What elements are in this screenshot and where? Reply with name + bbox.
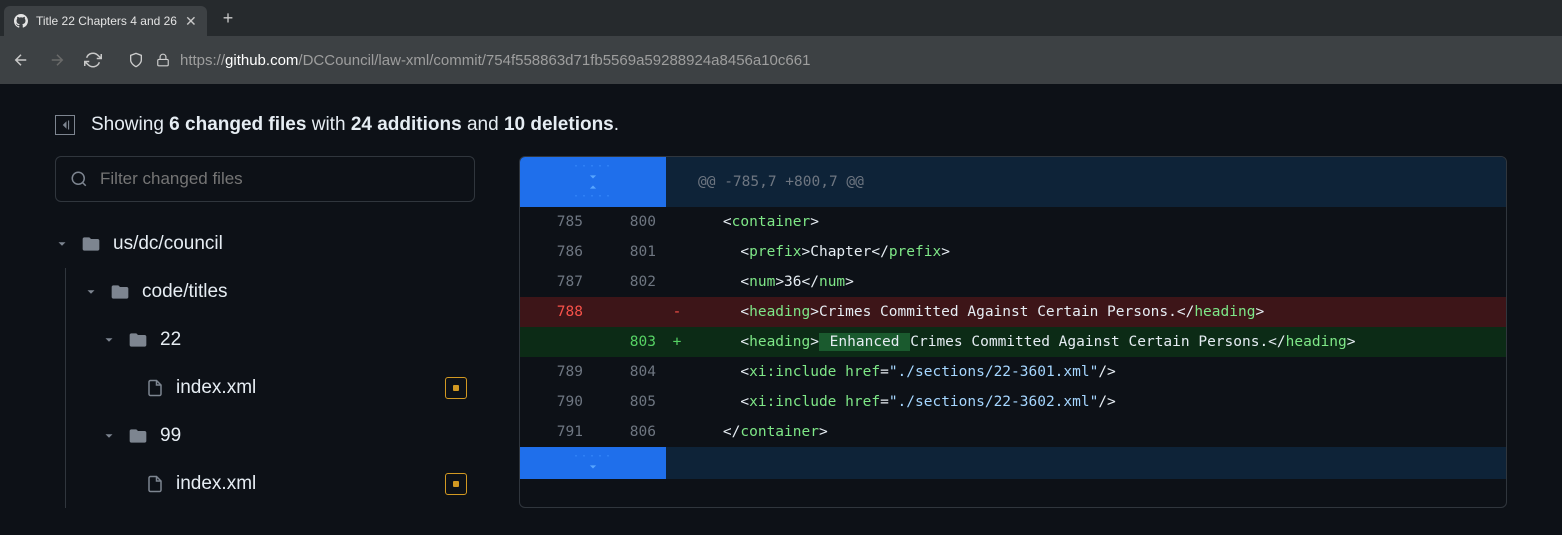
line-numbers: 785800: [520, 214, 666, 230]
lock-icon: [156, 52, 170, 68]
back-button[interactable]: [12, 51, 30, 69]
line-numbers: 791806: [520, 424, 666, 440]
search-icon: [70, 170, 88, 188]
line-numbers: 790805: [520, 394, 666, 410]
tree-folder[interactable]: us/dc/council: [55, 220, 475, 268]
code-content: </container>: [688, 424, 1506, 440]
folder-icon: [81, 234, 101, 254]
folder-icon: [110, 282, 130, 302]
filter-files-input[interactable]: [100, 169, 460, 189]
expand-above-button[interactable]: ····· ·····: [520, 157, 666, 207]
diff-line[interactable]: 787802 <num>36</num>: [520, 267, 1506, 297]
tree-label: us/dc/council: [113, 233, 475, 255]
chevron-down-icon: [55, 237, 69, 251]
folder-icon: [128, 330, 148, 350]
url-text: https://github.com/DCCouncil/law-xml/com…: [180, 52, 1542, 69]
file-icon: [146, 473, 164, 495]
diff-summary-bar: Showing 6 changed files with 24 addition…: [0, 84, 1562, 156]
file-tree: us/dc/council code/titles 22 index.xml: [55, 220, 475, 508]
diff-marker: -: [666, 304, 688, 320]
hunk-header-text: @@ -785,7 +800,7 @@: [688, 174, 1506, 190]
diff-line[interactable]: 803+ <heading> Enhanced Crimes Committed…: [520, 327, 1506, 357]
tree-file[interactable]: index.xml: [65, 364, 475, 412]
browser-tab[interactable]: Title 22 Chapters 4 and 26 ✕: [4, 6, 207, 36]
hunk-header-row: ····· ····· @@ -785,7 +800,7 @@: [520, 157, 1506, 207]
chevron-down-icon: [84, 285, 98, 299]
code-content: <prefix>Chapter</prefix>: [688, 244, 1506, 260]
diff-view: ····· ····· @@ -785,7 +800,7 @@ 785800 <…: [519, 156, 1507, 508]
diff-line[interactable]: 791806 </container>: [520, 417, 1506, 447]
forward-button[interactable]: [48, 51, 66, 69]
filter-files-box[interactable]: [55, 156, 475, 202]
chevron-down-icon: [102, 333, 116, 347]
modified-badge: [445, 377, 467, 399]
tree-label: 22: [160, 329, 475, 351]
diff-line[interactable]: 789804 <xi:include href="./sections/22-3…: [520, 357, 1506, 387]
browser-tab-strip: Title 22 Chapters 4 and 26 ✕ +: [0, 0, 1562, 36]
url-bar[interactable]: https://github.com/DCCouncil/law-xml/com…: [120, 52, 1550, 69]
tree-folder[interactable]: 22: [65, 316, 475, 364]
expand-below-button[interactable]: ·····: [520, 447, 666, 479]
new-tab-button[interactable]: +: [217, 8, 240, 29]
code-content: <xi:include href="./sections/22-3601.xml…: [688, 364, 1506, 380]
shield-icon: [128, 52, 144, 68]
diff-line[interactable]: 785800 <container>: [520, 207, 1506, 237]
tree-label: index.xml: [176, 473, 433, 495]
github-icon: [14, 14, 28, 28]
chevron-down-icon: [102, 429, 116, 443]
line-numbers: 803: [520, 334, 666, 350]
line-numbers: 789804: [520, 364, 666, 380]
tree-label: 99: [160, 425, 475, 447]
browser-toolbar: https://github.com/DCCouncil/law-xml/com…: [0, 36, 1562, 84]
close-icon[interactable]: ✕: [185, 13, 197, 30]
code-content: <container>: [688, 214, 1506, 230]
code-content: <heading>Crimes Committed Against Certai…: [688, 304, 1506, 320]
tree-folder[interactable]: code/titles: [65, 268, 475, 316]
tree-file[interactable]: index.xml: [65, 460, 475, 508]
diff-line[interactable]: 786801 <prefix>Chapter</prefix>: [520, 237, 1506, 267]
tree-label: index.xml: [176, 377, 433, 399]
line-numbers: 786801: [520, 244, 666, 260]
line-numbers: 788: [520, 304, 666, 320]
modified-badge: [445, 473, 467, 495]
expand-below-row: ·····: [520, 447, 1506, 479]
code-content: <xi:include href="./sections/22-3602.xml…: [688, 394, 1506, 410]
diff-line[interactable]: 790805 <xi:include href="./sections/22-3…: [520, 387, 1506, 417]
diff-marker: +: [666, 334, 688, 350]
tree-folder[interactable]: 99: [65, 412, 475, 460]
tree-label: code/titles: [142, 281, 475, 303]
file-tree-sidebar: us/dc/council code/titles 22 index.xml: [55, 156, 475, 508]
reload-button[interactable]: [84, 51, 102, 69]
tab-title: Title 22 Chapters 4 and 26: [36, 14, 177, 28]
diff-line[interactable]: 788- <heading>Crimes Committed Against C…: [520, 297, 1506, 327]
code-content: <num>36</num>: [688, 274, 1506, 290]
collapse-sidebar-button[interactable]: [55, 115, 75, 135]
diff-summary-text: Showing 6 changed files with 24 addition…: [91, 114, 619, 136]
code-content: <heading> Enhanced Crimes Committed Agai…: [688, 334, 1506, 350]
folder-icon: [128, 426, 148, 446]
file-icon: [146, 377, 164, 399]
line-numbers: 787802: [520, 274, 666, 290]
